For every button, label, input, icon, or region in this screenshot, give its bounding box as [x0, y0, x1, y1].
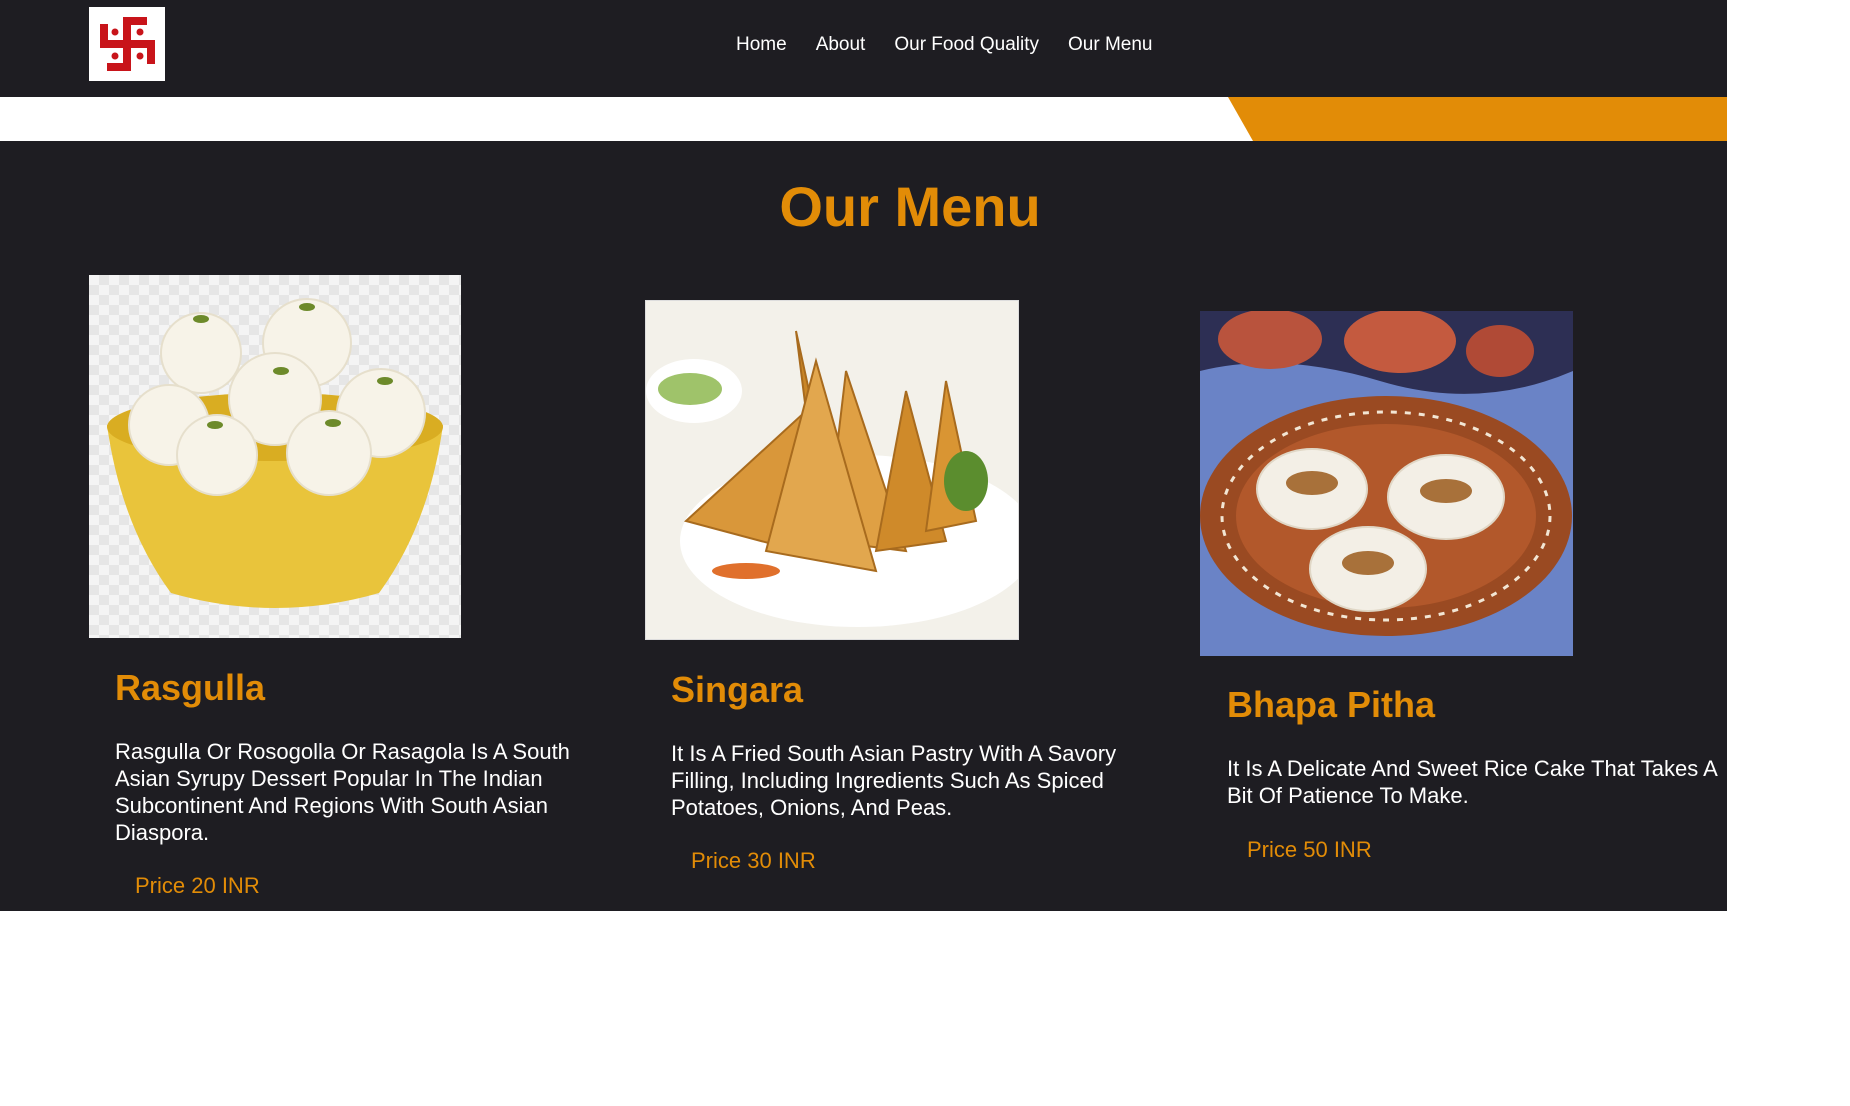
menu-item-description: Rasgulla Or Rosogolla Or Rasagola Is A S…: [115, 739, 570, 845]
swastika-icon: [100, 17, 155, 71]
menu-item-name: Singara: [671, 669, 804, 710]
site-header: Home About Our Food Quality Our Menu: [0, 0, 1727, 97]
menu-item-description: It Is A Fried South Asian Pastry With A …: [671, 741, 1117, 820]
menu-item-price: Price 30 INR: [691, 848, 816, 873]
menu-section: Our Menu Rasgulla Rasgulla Or Rosogolla …: [0, 141, 1727, 911]
nav-home[interactable]: Home: [736, 34, 787, 56]
menu-item-name: Bhapa Pitha: [1227, 684, 1436, 725]
orange-accent-bar: [1228, 97, 1727, 141]
menu-item-price: Price 20 INR: [135, 873, 260, 898]
menu-title: Our Menu: [779, 175, 1041, 238]
rasgulla-photo: [89, 275, 461, 638]
nav-our-menu[interactable]: Our Menu: [1068, 34, 1152, 56]
menu-item-name: Rasgulla: [115, 667, 266, 708]
nav-food-quality[interactable]: Our Food Quality: [894, 34, 1039, 56]
menu-item-price: Price 50 INR: [1247, 837, 1372, 862]
swastika-logo[interactable]: [89, 7, 165, 81]
header-strip: [0, 97, 1727, 141]
singara-photo: [645, 300, 1019, 640]
bhapa-pitha-photo: [1200, 311, 1573, 656]
main-nav: Home About Our Food Quality Our Menu: [736, 34, 1153, 56]
nav-about[interactable]: About: [816, 34, 866, 56]
menu-item-description: It Is A Delicate And Sweet Rice Cake Tha…: [1227, 756, 1717, 808]
